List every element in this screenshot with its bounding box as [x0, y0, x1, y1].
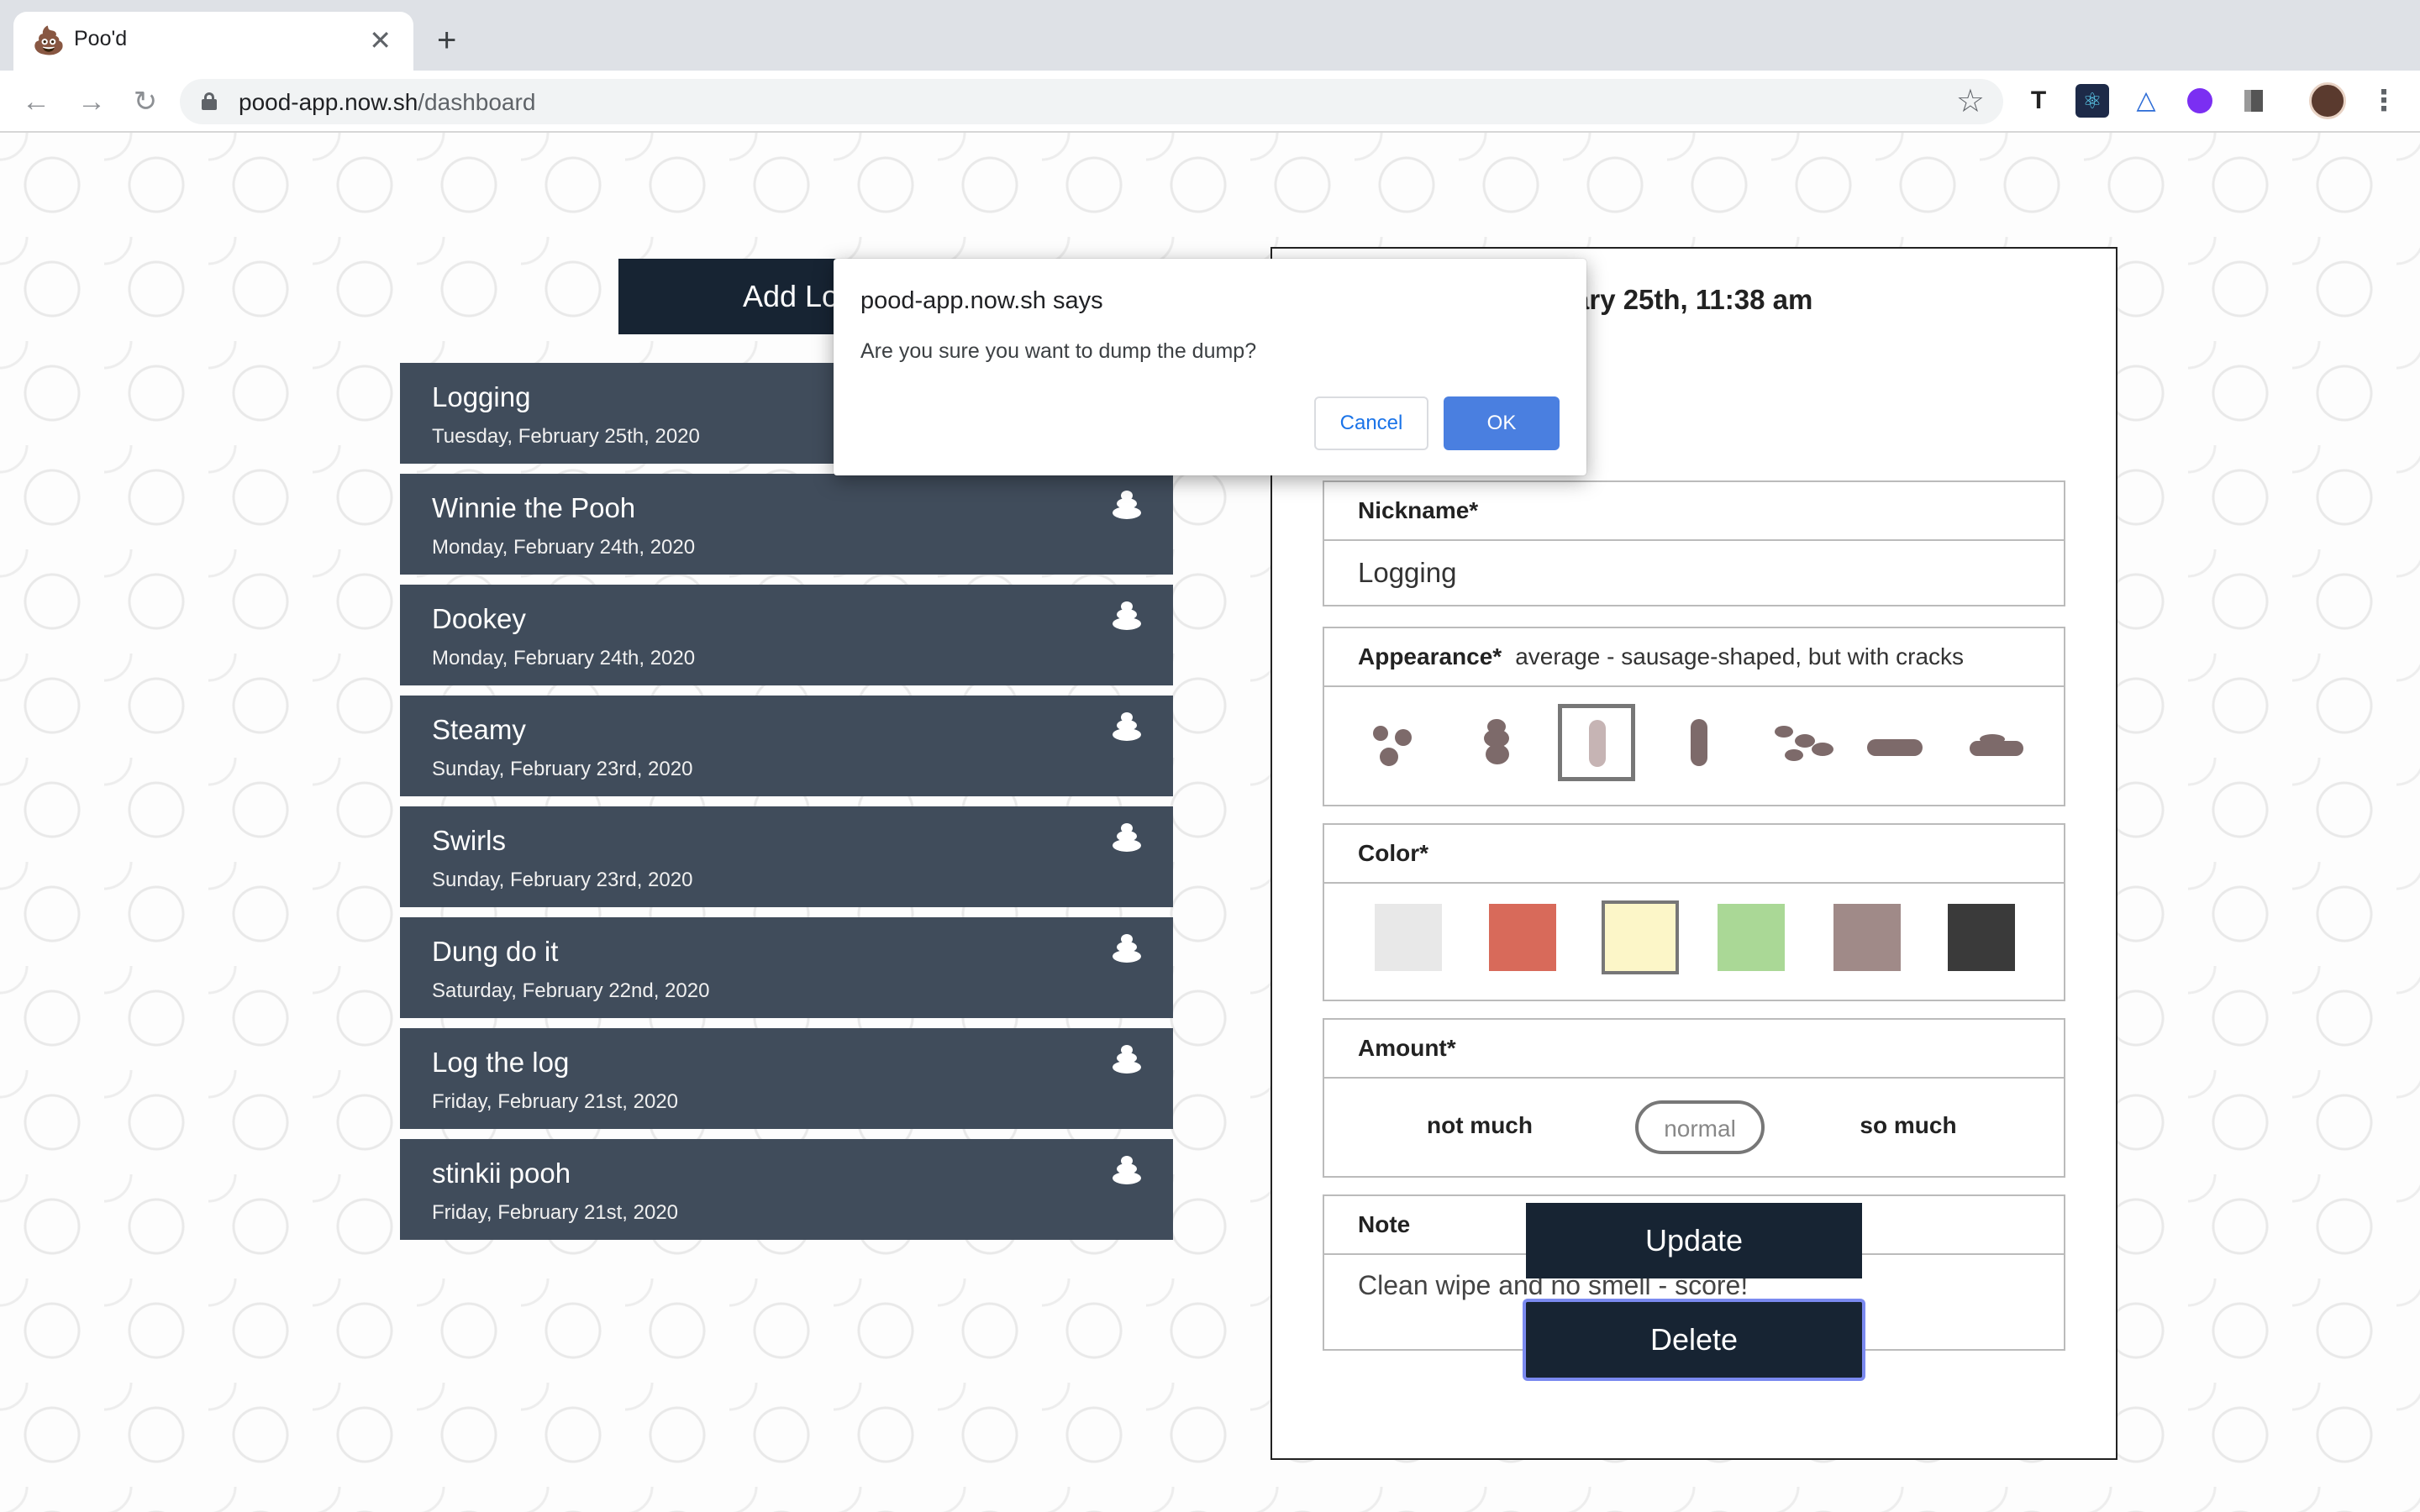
dialog-cancel-button[interactable]: Cancel — [1314, 396, 1428, 450]
appearance-type-3-option[interactable] — [1558, 704, 1635, 781]
log-item[interactable]: Log the log Friday, February 21st, 2020 — [400, 1028, 1173, 1129]
typewriter-icon[interactable]: T — [2022, 84, 2055, 118]
color-swatch-option[interactable] — [1375, 904, 1442, 971]
log-item[interactable]: Swirls Sunday, February 23rd, 2020 — [400, 806, 1173, 907]
color-swatch-option[interactable] — [1602, 900, 1679, 974]
update-button[interactable]: Update — [1526, 1203, 1862, 1278]
purple-circle-icon[interactable] — [2183, 84, 2217, 118]
appearance-value: average - sausage-shaped, but with crack… — [1515, 643, 1965, 669]
log-date: Sunday, February 23rd, 2020 — [432, 758, 693, 780]
poop-icon — [1113, 823, 1141, 852]
triangle-icon[interactable]: △ — [2129, 84, 2163, 118]
browser-tab[interactable]: 💩 Poo'd ✕ — [13, 12, 413, 71]
lock-icon[interactable] — [202, 92, 217, 110]
amount-label: Amount* — [1324, 1020, 2064, 1079]
profile-avatar[interactable] — [2309, 82, 2346, 119]
amount-so-much-option[interactable]: so much — [1837, 1100, 1980, 1154]
log-item[interactable]: Steamy Sunday, February 23rd, 2020 — [400, 696, 1173, 796]
browser-tab-strip: 💩 Poo'd ✕ + — [0, 0, 2420, 71]
color-options — [1324, 884, 2064, 1000]
address-bar[interactable]: pood-app.now.sh/dashboard ☆ — [180, 79, 2003, 124]
back-arrow-icon[interactable]: ← — [18, 84, 54, 119]
log-date: Monday, February 24th, 2020 — [432, 647, 696, 669]
amount-field: Amount* not much normal so much — [1323, 1018, 2065, 1178]
poop-icon — [1113, 601, 1141, 630]
amount-options: not much normal so much — [1324, 1079, 2064, 1176]
appearance-type-4-option[interactable] — [1660, 704, 1738, 781]
poop-icon — [1113, 1156, 1141, 1184]
browser-toolbar: ← → ↻ pood-app.now.sh/dashboard ☆ T ⚛ △ … — [0, 71, 2420, 133]
appearance-header: Appearance* average - sausage-shaped, but… — [1324, 628, 2064, 687]
poop-icon — [1113, 1045, 1141, 1074]
dialog-ok-button[interactable]: OK — [1444, 396, 1560, 450]
log-name: Steamy — [432, 714, 526, 745]
confirm-dialog: pood-app.now.sh says Are you sure you wa… — [834, 259, 1586, 475]
dialog-title: pood-app.now.sh says — [860, 287, 1103, 314]
log-name: Logging — [432, 381, 531, 412]
color-swatch-option[interactable] — [1833, 904, 1901, 971]
appearance-type-1-option[interactable] — [1358, 704, 1435, 781]
log-name: Dung do it — [432, 936, 559, 967]
log-date: Tuesday, February 25th, 2020 — [432, 425, 700, 448]
log-item[interactable]: Dung do it Saturday, February 22nd, 2020 — [400, 917, 1173, 1018]
appearance-type-6-option[interactable] — [1862, 704, 1939, 781]
react-icon[interactable]: ⚛ — [2075, 84, 2109, 118]
color-field: Color* — [1323, 823, 2065, 1001]
nickname-input[interactable]: Logging — [1324, 541, 2064, 605]
color-swatch-option[interactable] — [1948, 904, 2015, 971]
color-swatch-option[interactable] — [1489, 904, 1556, 971]
dashboard-page: Add Log Logging Tuesday, February 25th, … — [0, 133, 2420, 1512]
log-name: Swirls — [432, 825, 506, 856]
amount-normal-option[interactable]: normal — [1635, 1100, 1765, 1154]
reload-icon[interactable]: ↻ — [128, 84, 163, 119]
poop-emoji-icon: 💩 — [32, 25, 66, 55]
color-label: Color* — [1324, 825, 2064, 884]
log-item[interactable]: Winnie the Pooh Monday, February 24th, 2… — [400, 474, 1173, 575]
new-tab-button[interactable]: + — [437, 20, 456, 60]
nickname-field: Nickname* Logging — [1323, 480, 2065, 606]
poop-icon — [1113, 934, 1141, 963]
appearance-type-7-option[interactable] — [1963, 704, 2040, 781]
tab-title: Poo'd — [74, 27, 128, 50]
log-date: Sunday, February 23rd, 2020 — [432, 869, 693, 891]
appearance-options — [1324, 687, 2064, 805]
appearance-type-5-option[interactable] — [1761, 704, 1839, 781]
appearance-label: Appearance* — [1358, 643, 1502, 669]
poop-icon — [1113, 491, 1141, 519]
delete-button[interactable]: Delete — [1523, 1299, 1865, 1381]
menu-kebab-icon[interactable]: ⋮ — [2370, 82, 2398, 119]
color-swatch-option[interactable] — [1718, 904, 1785, 971]
close-tab-icon[interactable]: ✕ — [369, 24, 392, 57]
forward-arrow-icon[interactable]: → — [74, 84, 109, 119]
log-item[interactable]: Dookey Monday, February 24th, 2020 — [400, 585, 1173, 685]
log-name: Dookey — [432, 603, 526, 634]
appearance-field: Appearance* average - sausage-shaped, but… — [1323, 627, 2065, 806]
log-item[interactable]: stinkii pooh Friday, February 21st, 2020 — [400, 1139, 1173, 1240]
dialog-message: Are you sure you want to dump the dump? — [860, 339, 1257, 363]
log-date: Friday, February 21st, 2020 — [432, 1090, 679, 1113]
log-list: Logging Tuesday, February 25th, 2020 Win… — [400, 363, 1173, 1250]
log-date: Friday, February 21st, 2020 — [432, 1201, 679, 1224]
log-name: Log the log — [432, 1047, 570, 1078]
book-icon[interactable] — [2237, 84, 2270, 118]
poop-icon — [1113, 712, 1141, 741]
log-name: stinkii pooh — [432, 1158, 571, 1189]
add-log-button[interactable]: Add Log — [618, 259, 871, 334]
appearance-type-2-option[interactable] — [1459, 704, 1536, 781]
log-name: Winnie the Pooh — [432, 492, 636, 523]
url-text: pood-app.now.sh/dashboard — [239, 89, 536, 115]
amount-not-much-option[interactable]: not much — [1408, 1100, 1551, 1154]
nickname-label: Nickname* — [1324, 482, 2064, 541]
bookmark-star-icon[interactable]: ☆ — [1956, 84, 1985, 119]
log-date: Saturday, February 22nd, 2020 — [432, 979, 710, 1002]
log-date: Monday, February 24th, 2020 — [432, 536, 696, 559]
